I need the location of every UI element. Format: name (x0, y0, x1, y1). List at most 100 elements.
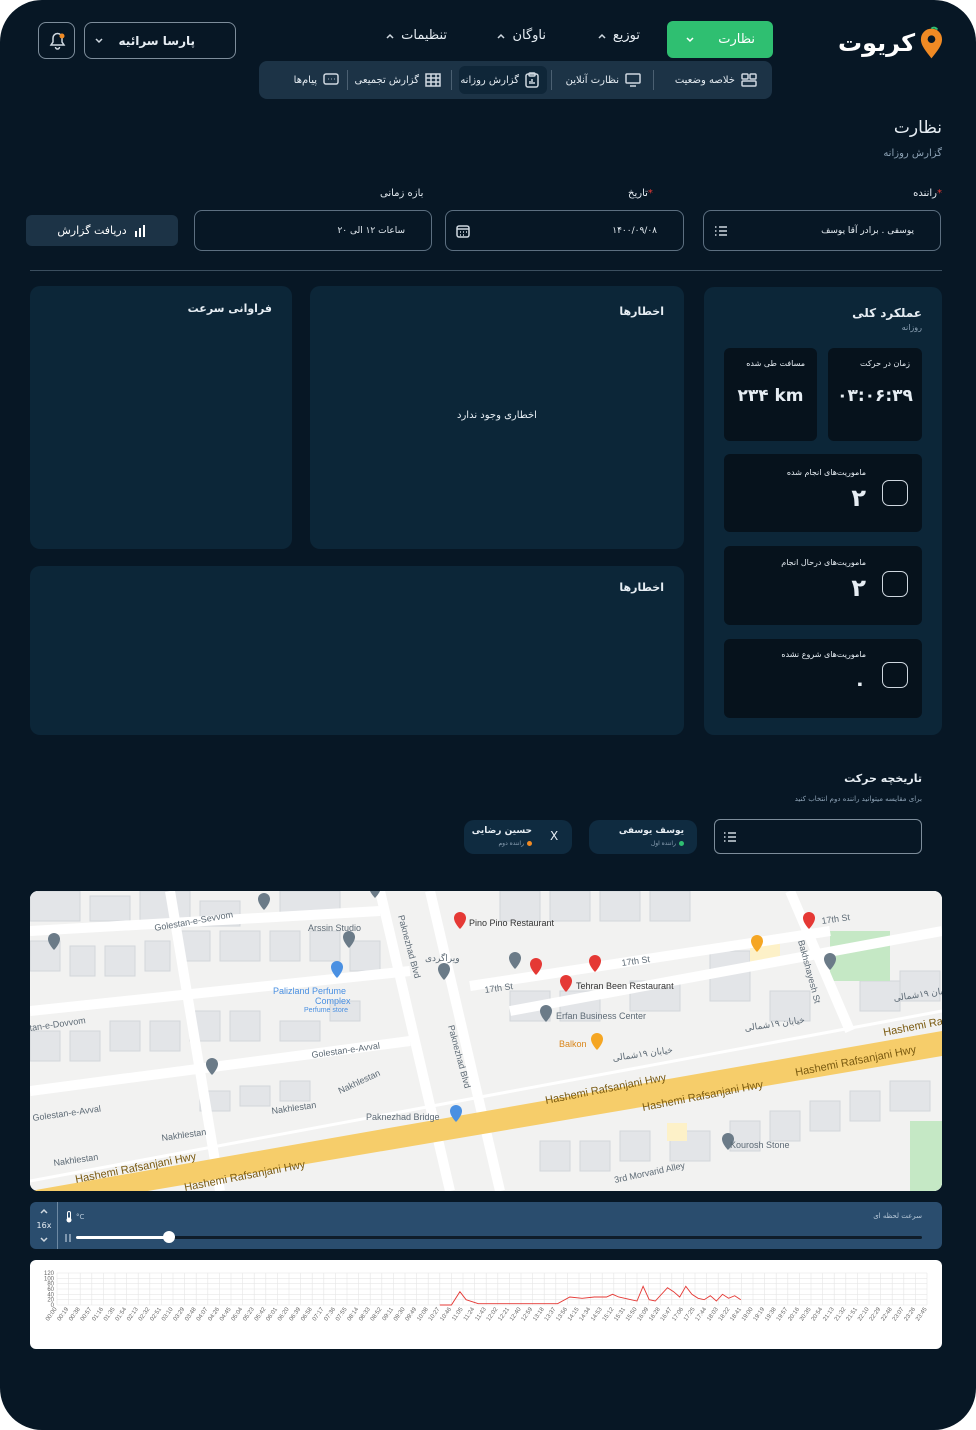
mission-tile-progress: ماموریت‌های درحال انجام ۲ (724, 546, 922, 625)
driver-chip-2[interactable]: حسین رضایی راننده دوم X (464, 820, 572, 854)
nav-item-settings[interactable]: تنظیمات (375, 28, 447, 43)
map[interactable]: Golestan-e-Sevvom Arssin Studio Paknezha… (30, 891, 942, 1191)
svg-text:Tehran Been Restaurant: Tehran Been Restaurant (576, 981, 674, 991)
map-canvas[interactable]: Golestan-e-Sevvom Arssin Studio Paknezha… (30, 891, 942, 1191)
alerts-table-card: اخطارها (30, 566, 684, 735)
chevron-down-icon[interactable] (39, 1236, 49, 1244)
chevron-down-icon (686, 36, 694, 42)
driver-select[interactable]: یوسفی . برادر آقا یوسف (703, 210, 941, 251)
clipboard-icon (525, 72, 539, 88)
distance-value: ۲۳۴ km (737, 386, 804, 406)
card-subtitle: روزانه (901, 323, 922, 332)
mission-tile-not-started: ماموریت‌های شروع نشده ۰ (724, 639, 922, 718)
mission-status-icon (882, 480, 908, 506)
y-tick-label: 20 (47, 1298, 54, 1304)
y-tick-label: 80 (47, 1282, 54, 1288)
subnav-item-aggregate[interactable]: گزارش تجمیعی (353, 67, 447, 93)
pause-icon[interactable] (64, 1233, 72, 1243)
history-title: تاریخچه حرکت (844, 772, 922, 785)
mission-count: ۰ (853, 671, 866, 695)
chevron-up-icon (386, 33, 394, 39)
range-value: ساعات ۱۲ الی ۲۰ (337, 225, 405, 236)
driver-label: *راننده (913, 188, 942, 199)
x-tick-label: 10:46 (440, 1306, 454, 1322)
bar-chart-icon (134, 224, 145, 237)
mission-status-icon (882, 662, 908, 688)
logo-text: کریوت (838, 29, 916, 57)
svg-text:Pino Pino Restaurant: Pino Pino Restaurant (469, 918, 555, 928)
calendar-icon (456, 224, 470, 238)
remove-driver-button[interactable]: X (550, 829, 558, 843)
tile-label: ماموریت‌های شروع نشده (781, 650, 866, 659)
subnav-item-summary[interactable]: خلاصه وضعیت (659, 67, 769, 93)
card-title: فراوانی سرعت (187, 302, 272, 315)
svg-text:Erfan Business Center: Erfan Business Center (556, 1011, 646, 1021)
progress-fill (76, 1236, 169, 1239)
y-tick-label: 120 (44, 1271, 55, 1277)
thermometer-icon (66, 1211, 72, 1223)
progress-track[interactable] (76, 1236, 922, 1239)
section-divider (30, 270, 942, 271)
card-title: اخطارها (619, 581, 664, 594)
subnav-item-messages[interactable]: پیام‌ها (269, 67, 343, 93)
svg-text:Kourosh Stone: Kourosh Stone (730, 1140, 790, 1150)
driver-chip-name: یوسف یوسفی (618, 826, 684, 836)
range-label: بازه زمانی (380, 188, 424, 199)
history-hint: برای مقایسه میتوانید راننده دوم انتخاب ک… (794, 795, 922, 803)
svg-text:Paknezhad Bridge: Paknezhad Bridge (366, 1112, 440, 1122)
nav-label: نظارت (718, 32, 755, 47)
subnav-label: گزارش روزانه (460, 74, 519, 86)
mission-count: ۲ (851, 484, 866, 512)
subnav-item-online[interactable]: نظارت آنلاین (557, 67, 649, 93)
svg-text:Complex: Complex (315, 996, 351, 1006)
x-tick-label: 23:45 (915, 1306, 929, 1322)
subnav-item-daily[interactable]: گزارش روزانه (459, 66, 547, 94)
dashboard-icon (741, 73, 757, 87)
nav-label: ناوگان (512, 28, 546, 43)
nav-item-monitoring[interactable]: نظارت (667, 21, 773, 58)
moving-time-value: ۰۳:۰۶:۳۹ (837, 386, 913, 406)
chevron-up-icon[interactable] (39, 1207, 49, 1215)
brand-logo: کریوت (838, 24, 944, 62)
app-frame: پارسا سرائیه نظارت توزیع ناوگان تنظیمات … (0, 0, 976, 1430)
nav-item-fleet[interactable]: ناوگان (486, 28, 546, 43)
subnav-label: پیام‌ها (293, 74, 317, 86)
speed-chart-svg: 02040608010012000:0000:1900:3800:5701:16… (44, 1271, 929, 1322)
driver-select-value: یوسفی . برادر آقا یوسف (821, 225, 914, 236)
card-title: عملکرد کلی (852, 306, 922, 320)
tile-label: زمان در حرکت (860, 359, 910, 368)
playback-bar: 16x °C سرعت لحظه ای (30, 1202, 942, 1249)
nav-label: توزیع (612, 28, 640, 43)
time-range-select[interactable]: ساعات ۱۲ الی ۲۰ (194, 210, 432, 251)
playback-multiplier: 16x (36, 1221, 52, 1230)
card-title: اخطارها (619, 305, 664, 318)
y-tick-label: 100 (44, 1276, 55, 1282)
driver-chip-role: راننده اول (651, 840, 684, 847)
list-icon (724, 832, 736, 842)
second-driver-select[interactable] (714, 819, 922, 854)
list-icon (715, 225, 727, 236)
page-title: نظارت (893, 118, 942, 138)
driver-chip-name: حسین رضایی (471, 826, 532, 836)
svg-text:ویراگردی: ویراگردی (425, 952, 460, 964)
driver-chip-1[interactable]: یوسف یوسفی راننده اول (589, 820, 697, 854)
speed-control[interactable]: 16x (30, 1202, 58, 1249)
get-report-button[interactable]: دریافت گزارش (26, 215, 178, 246)
date-value: ۱۴۰۰/۰۹/۰۸ (612, 225, 657, 236)
mission-status-icon (882, 571, 908, 597)
moving-time-tile: زمان در حرکت ۰۳:۰۶:۳۹ (828, 348, 922, 441)
subnav-label: نظارت آنلاین (565, 74, 619, 86)
tile-label: ماموریت‌های درحال انجام (781, 558, 866, 567)
progress-handle[interactable] (163, 1231, 175, 1243)
nav-item-distribution[interactable]: توزیع (588, 28, 640, 43)
map-label: Arssin Studio (308, 923, 361, 933)
button-label: دریافت گزارش (57, 224, 127, 237)
notification-button[interactable] (38, 22, 75, 59)
speed-chart: 0 20 40 60 80 100 120 00:00 00:19 00:38 00:57 01:16… (30, 1260, 942, 1349)
org-select[interactable]: پارسا سرائیه (84, 22, 236, 59)
page-subtitle: گزارش روزانه (883, 148, 942, 159)
mission-tile-done: ماموریت‌های انجام شده ۲ (724, 454, 922, 532)
date-picker[interactable]: ۱۴۰۰/۰۹/۰۸ (445, 210, 684, 251)
alerts-empty-text: اخطاری وجود ندارد (457, 410, 537, 421)
monitor-icon (625, 73, 641, 87)
